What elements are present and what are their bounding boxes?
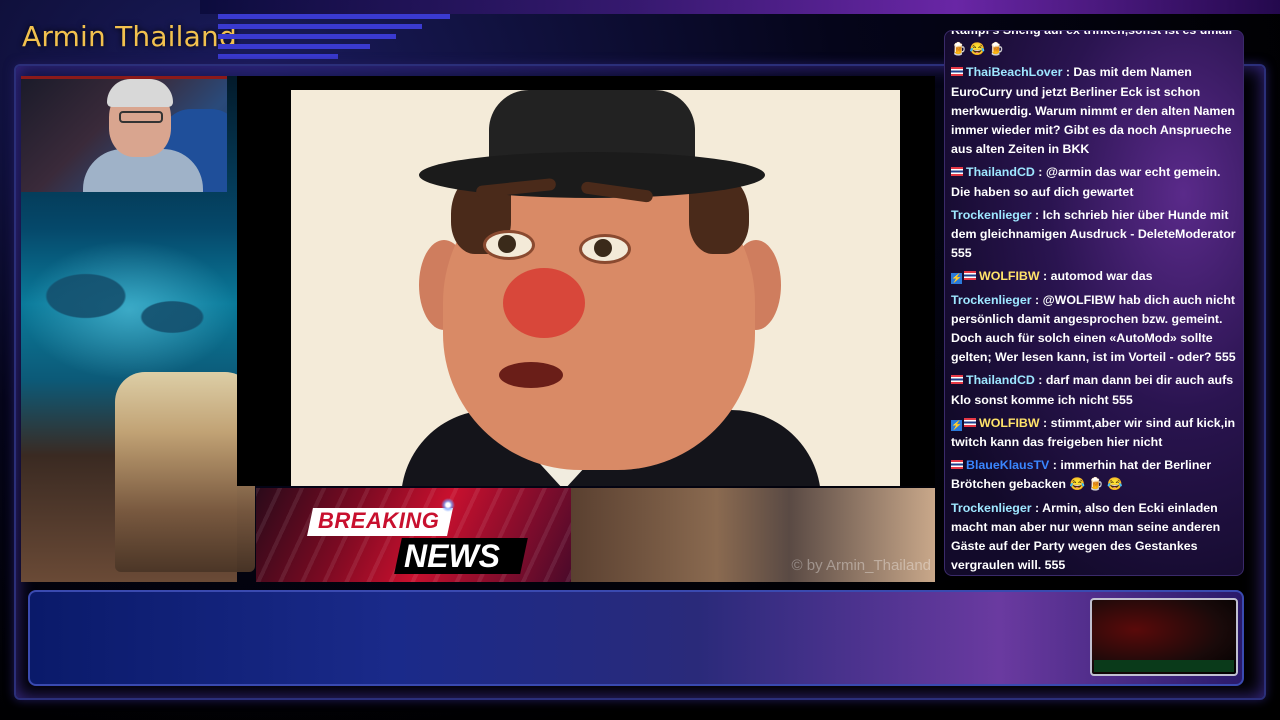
cartoon-character-video <box>291 90 900 486</box>
thai-flag-icon <box>964 271 976 281</box>
moderator-badge-icon: ⚡ <box>951 273 963 285</box>
news-label: NEWS <box>404 538 500 574</box>
chat-username[interactable]: BlaueKlausTV <box>966 458 1049 472</box>
bottom-ticker-panel <box>28 590 1244 686</box>
chat-message: Trockenlieger : Armin, also den Ecki ein… <box>951 500 1221 573</box>
character-nose <box>503 268 585 338</box>
chat-text: automod war das <box>1050 269 1153 284</box>
chat-message-list: Kampf's Sheng auf ex trinken,sonst ist e… <box>951 30 1241 575</box>
chat-username[interactable]: WOLFIBW <box>979 416 1040 430</box>
chat-text: Kampf's Sheng auf ex trinken,sonst ist e… <box>951 30 1233 37</box>
chat-emotes: 🍺 😂 🍺 <box>951 42 1005 57</box>
breaking-label: BREAKING <box>318 508 440 533</box>
studio-lower-right: © by Armin_Thailand <box>571 488 935 582</box>
breaking-news-banner: BREAKING NEWS <box>256 488 571 582</box>
chat-username[interactable]: ThailandCD <box>966 373 1035 387</box>
chat-message: ⚡ WOLFIBW : automod war das <box>951 269 1153 285</box>
mini-preview-screen <box>1090 598 1238 676</box>
chat-username[interactable]: Trockenlieger <box>951 501 1032 515</box>
chat-message: BlaueKlausTV : immerhin hat der Berliner… <box>951 458 1212 492</box>
chat-username[interactable]: ThailandCD <box>966 165 1035 179</box>
character-pupil-left <box>498 235 516 253</box>
chat-message: Kampf's Sheng auf ex trinken,sonst ist e… <box>951 30 1241 59</box>
character-mouth <box>499 362 563 388</box>
streamer-hair <box>107 79 173 107</box>
moderator-badge-icon: ⚡ <box>951 419 963 431</box>
chat-message: ThaiBeachLover : Das mit dem Namen EuroC… <box>951 65 1235 157</box>
video-watermark: © by Armin_Thailand <box>791 557 931 574</box>
sparkle-icon <box>441 498 455 512</box>
thai-flag-icon <box>951 375 963 385</box>
studio-desk <box>115 372 255 572</box>
chat-username[interactable]: Trockenlieger <box>951 208 1032 222</box>
chat-panel[interactable]: Kampf's Sheng auf ex trinken,sonst ist e… <box>944 30 1244 576</box>
webcam-feed <box>21 76 227 192</box>
thai-flag-icon <box>951 67 963 77</box>
chat-username[interactable]: WOLFIBW <box>979 269 1040 283</box>
chat-emotes: 😂 🍺 😂 <box>1066 477 1123 492</box>
world-map-graphic <box>21 240 237 380</box>
top-glow-bar <box>200 0 1280 14</box>
title-stripes <box>218 14 450 64</box>
chat-message: ⚡ WOLFIBW : stimmt,aber wir sind auf kick… <box>951 415 1236 450</box>
chat-message: ThailandCD : @armin das war echt gemein.… <box>951 165 1221 199</box>
thai-flag-icon <box>951 167 963 177</box>
chat-username[interactable]: Trockenlieger <box>951 293 1032 307</box>
chat-message: ThailandCD : darf man dann bei dir auch … <box>951 373 1234 407</box>
chat-message: Trockenlieger : Ich schrieb hier über Hu… <box>951 207 1236 261</box>
streamer-glasses <box>119 111 163 123</box>
chat-username[interactable]: ThaiBeachLover <box>966 65 1062 79</box>
channel-title: Armin Thailand <box>22 20 237 53</box>
character-pupil-right <box>594 239 612 257</box>
thai-flag-icon <box>964 417 976 427</box>
thai-flag-icon <box>951 460 963 470</box>
chat-message: Trockenlieger : @WOLFIBW hab dich auch n… <box>951 292 1236 365</box>
